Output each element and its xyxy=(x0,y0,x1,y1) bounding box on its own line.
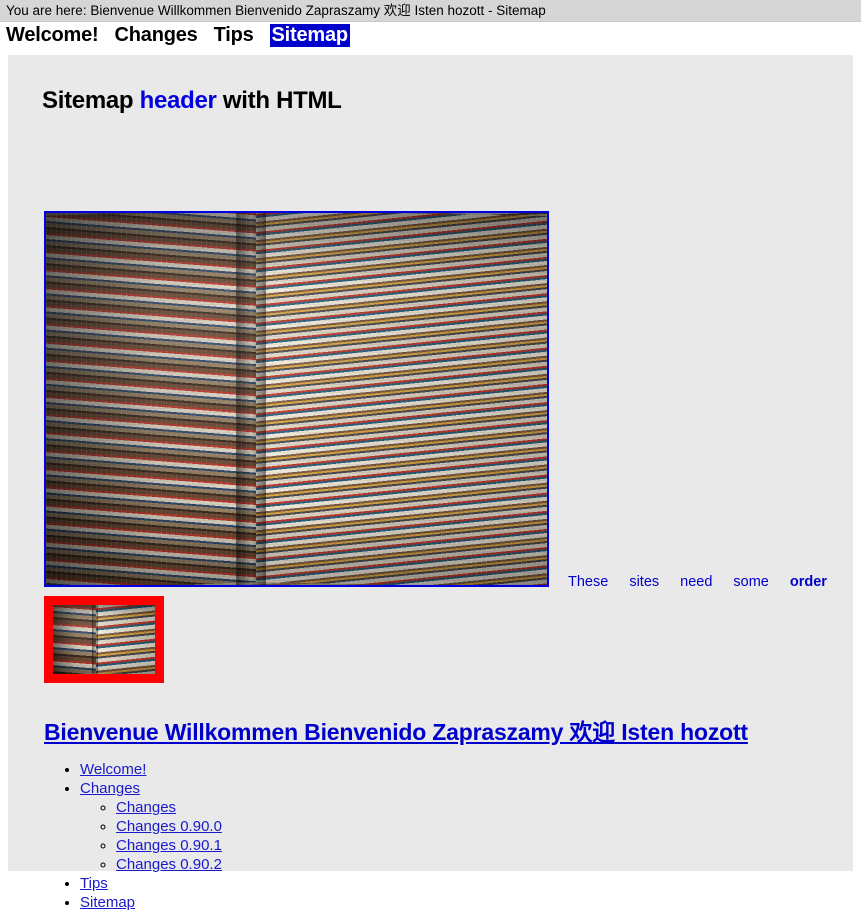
list-item: Welcome! xyxy=(80,760,222,779)
sitemap-link-tips[interactable]: Tips xyxy=(80,875,108,892)
sitemap-link-changes-0-90-2[interactable]: Changes 0.90.2 xyxy=(116,856,222,873)
books-noise xyxy=(46,213,547,585)
content-area: Sitemap header with HTML These sites need s… xyxy=(8,55,853,911)
page-title: Sitemap header with HTML xyxy=(8,55,853,115)
nav-item-sitemap[interactable]: Sitemap xyxy=(269,24,350,47)
list-item: Changes xyxy=(116,798,222,817)
nav-item-tips[interactable]: Tips xyxy=(214,24,254,47)
order-link-order[interactable]: order xyxy=(790,574,827,590)
sitemap-tree: Welcome!ChangesChangesChanges 0.90.0Chan… xyxy=(44,760,222,912)
order-link-some[interactable]: some xyxy=(733,574,768,590)
thumb-vignette xyxy=(53,605,155,674)
sitemap-link-changes-0-90-1[interactable]: Changes 0.90.1 xyxy=(116,837,222,854)
order-link-these[interactable]: These xyxy=(568,574,608,590)
books-thumbnail[interactable] xyxy=(44,596,164,683)
sitemap-sublist: Changes Changes 0.90.0 Changes 0.90.1 Chang… xyxy=(80,798,222,874)
books-thumbnail-image xyxy=(53,605,155,674)
books-photo-image xyxy=(46,213,547,585)
order-link-need[interactable]: need xyxy=(680,574,712,590)
section-heading-link[interactable]: Bienvenue Willkommen Bienvenido Zaprasza… xyxy=(44,719,748,745)
sitemap-link-changes[interactable]: Changes xyxy=(80,780,140,797)
list-item: Changes 0.90.2 xyxy=(116,855,222,874)
page-title-part2: with HTML xyxy=(216,87,342,114)
list-item: Changes Changes Changes 0.90.0 Changes 0.90… xyxy=(80,779,222,874)
order-link-sites[interactable]: sites xyxy=(629,574,659,590)
sitemap-link-sitemap[interactable]: Sitemap xyxy=(80,894,135,911)
sitemap-link-changes-0-90-0[interactable]: Changes 0.90.0 xyxy=(116,818,222,835)
breadcrumb: You are here: Bienvenue Willkommen Bienv… xyxy=(0,0,861,22)
section-heading: Bienvenue Willkommen Bienvenido Zaprasza… xyxy=(44,713,748,747)
list-item: Changes 0.90.0 xyxy=(116,817,222,836)
list-item: Tips xyxy=(80,874,222,893)
page-title-part1: Sitemap xyxy=(42,87,140,114)
sitemap-link-welcome-[interactable]: Welcome! xyxy=(80,761,146,778)
sitemap-link-changes[interactable]: Changes xyxy=(116,799,176,816)
list-item: Sitemap xyxy=(80,893,222,912)
main-navigation: Welcome! Changes Tips Sitemap xyxy=(0,22,861,52)
order-link-row: These sites need some order xyxy=(568,574,827,590)
books-photo[interactable] xyxy=(44,211,549,587)
page-title-highlight: header xyxy=(139,87,217,114)
nav-item-changes[interactable]: Changes xyxy=(115,24,198,47)
list-item: Changes 0.90.1 xyxy=(116,836,222,855)
nav-item-welcome[interactable]: Welcome! xyxy=(6,24,99,47)
